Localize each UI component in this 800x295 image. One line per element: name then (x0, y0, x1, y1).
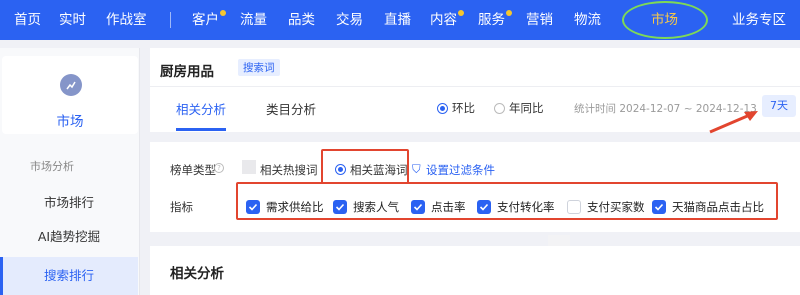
module-card[interactable]: 市场 (2, 56, 138, 134)
page-title: 厨房用品 (160, 64, 214, 80)
metric-checkbox[interactable] (246, 200, 260, 214)
metric-label-search-popularity[interactable]: 搜索人气 (353, 199, 399, 215)
sidebar-section-title: 市场分析 (30, 160, 74, 173)
nav-item-marketing[interactable]: 营销 (526, 0, 553, 40)
tab-category-analysis[interactable]: 类目分析 (266, 99, 316, 118)
nav-item-war-room[interactable]: 作战室 (106, 0, 147, 40)
nav-divider (170, 12, 171, 28)
nav-item-category[interactable]: 品类 (288, 0, 315, 40)
top-nav: 首页 实时 作战室 客户 流量 品类 交易 直播 内容 服务 营销 物流 市场 … (0, 0, 800, 40)
divider (150, 86, 800, 87)
metric-label-pay-conversion[interactable]: 支付转化率 (497, 199, 555, 215)
metric-checkbox[interactable] (567, 200, 581, 214)
nav-item-realtime[interactable]: 实时 (59, 0, 86, 40)
nav-item-content[interactable]: 内容 (430, 0, 457, 40)
nav-item-logistics[interactable]: 物流 (574, 0, 601, 40)
market-icon (60, 74, 82, 96)
tab-underline (176, 128, 226, 131)
radio-label-yoy: 年同比 (509, 101, 544, 115)
annotation-arrow-icon (709, 111, 758, 134)
nav-item-service[interactable]: 服务 (478, 0, 505, 40)
radio-yoy[interactable] (494, 103, 505, 114)
filter-settings-icon[interactable]: ⛉ (412, 162, 421, 177)
nav-item-customer[interactable]: 客户 (192, 0, 219, 40)
nav-item-home[interactable]: 首页 (14, 0, 41, 40)
option-blue-ocean-words[interactable]: 相关蓝海词 (350, 162, 408, 178)
list-type-label: 榜单类型 (170, 163, 216, 177)
sidebar-item-market-rank[interactable]: 市场排行 (0, 188, 138, 218)
date-range-button[interactable]: 7天 (762, 95, 796, 117)
metric-checkbox[interactable] (477, 200, 491, 214)
metric-label-tmall-click-share[interactable]: 天猫商品点击占比 (672, 199, 764, 215)
metric-checkbox[interactable] (652, 200, 666, 214)
radio-blue-ocean-words[interactable] (335, 164, 346, 175)
nav-item-business-zone[interactable]: 业务专区 (732, 0, 786, 40)
metric-checkbox[interactable] (411, 200, 425, 214)
metric-label: 指标 (170, 200, 193, 214)
notification-dot (506, 10, 512, 16)
highlight-ellipse (622, 1, 708, 39)
nav-item-live[interactable]: 直播 (384, 0, 411, 40)
help-icon[interactable]: ? (214, 163, 224, 173)
filter-card: 榜单类型 ? 相关热搜词 相关蓝海词 ⛉ 设置过滤条件 指标 需求供给比 搜索人… (150, 142, 800, 232)
nav-item-trade[interactable]: 交易 (336, 0, 363, 40)
sidebar-item-ai-trend[interactable]: AI趋势挖掘 (0, 222, 138, 252)
radio-hot-words[interactable] (242, 160, 256, 174)
sidebar-item-search-rank[interactable]: 搜索排行 (0, 257, 138, 295)
keyword-tag: 搜索词 (238, 59, 280, 76)
active-indicator (0, 257, 3, 295)
metric-checkbox[interactable] (333, 200, 347, 214)
module-label: 市场 (56, 114, 84, 130)
sidebar: 市场 市场分析 市场排行 AI趋势挖掘 搜索排行 (0, 48, 140, 295)
option-hot-words[interactable]: 相关热搜词 (260, 162, 318, 178)
filter-settings-link[interactable]: 设置过滤条件 (426, 162, 495, 178)
radio-mom[interactable] (437, 103, 448, 114)
nav-item-traffic[interactable]: 流量 (240, 0, 267, 40)
metric-label-buyers[interactable]: 支付买家数 (587, 199, 645, 215)
notification-dot (220, 10, 226, 16)
radio-label-mom: 环比 (452, 101, 475, 115)
section-title: 相关分析 (170, 266, 224, 282)
tab-related-analysis[interactable]: 相关分析 (176, 99, 226, 118)
metric-label-ctr[interactable]: 点击率 (431, 199, 466, 215)
notification-dot (458, 10, 464, 16)
analysis-section: 相关分析 (150, 246, 800, 295)
metric-label-supply-demand[interactable]: 需求供给比 (266, 199, 324, 215)
